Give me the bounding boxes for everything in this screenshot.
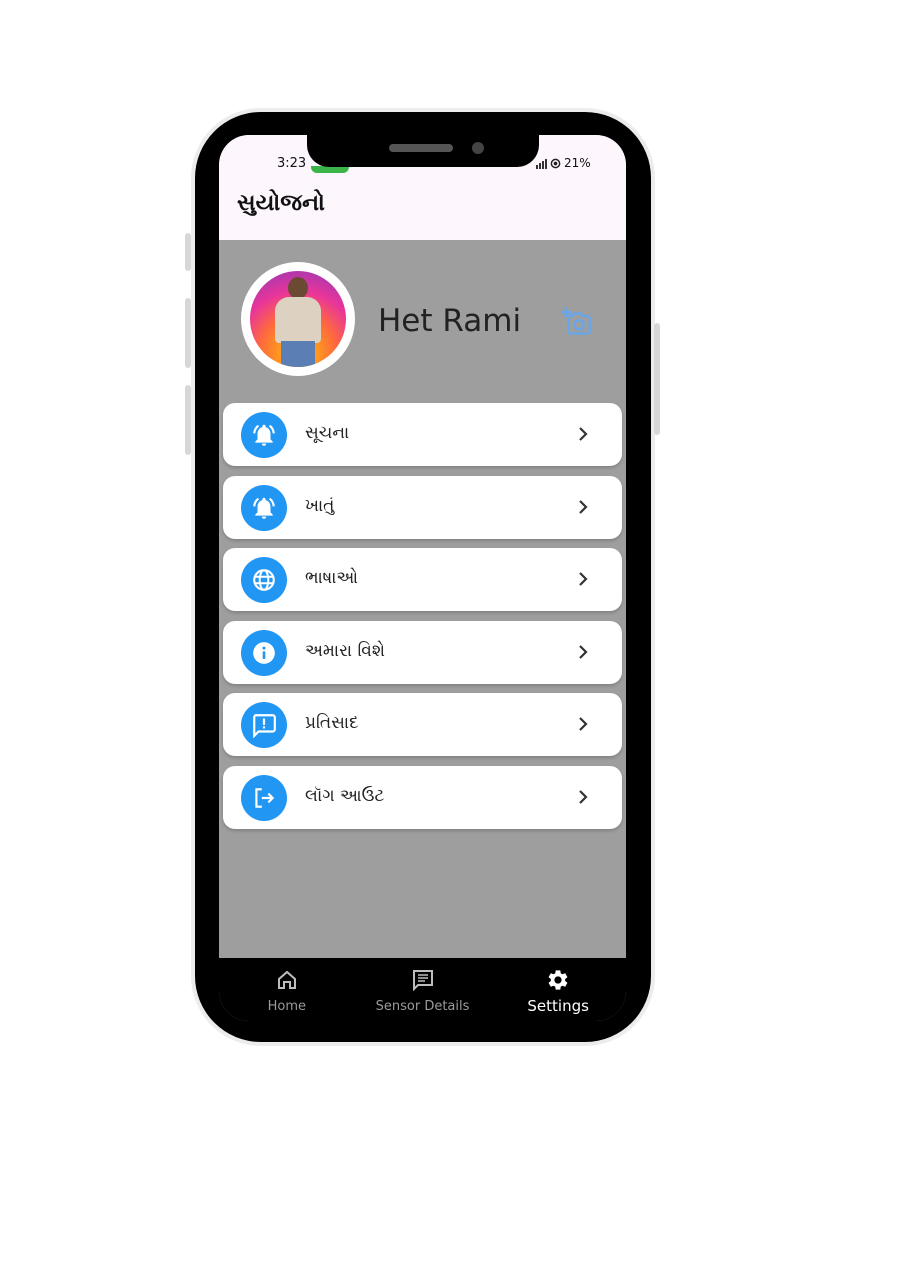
menu-item-label: ખાતું bbox=[305, 495, 335, 516]
chevron-right-icon bbox=[579, 717, 588, 731]
menu-item-label: પ્રતિસાદ bbox=[305, 713, 359, 733]
nav-item-settings[interactable]: Settings bbox=[490, 958, 626, 1021]
add-a-photo-icon[interactable] bbox=[561, 306, 591, 336]
volume-down-button bbox=[185, 385, 191, 455]
message-icon bbox=[412, 970, 433, 992]
chevron-right-icon bbox=[579, 644, 588, 659]
chevron-right-icon bbox=[579, 427, 588, 441]
status-time: 3:23 bbox=[277, 156, 307, 171]
menu-item-label: ભાષાઓ bbox=[305, 568, 359, 588]
mute-switch bbox=[185, 233, 191, 271]
battery-percent: 21% bbox=[564, 156, 591, 170]
front-camera bbox=[472, 142, 484, 154]
menu-item-about-us[interactable]: અમારા વિશે bbox=[223, 620, 622, 684]
profile-name: Het Rami bbox=[378, 303, 522, 339]
nav-label: Home bbox=[267, 999, 307, 1014]
avatar-photo bbox=[250, 271, 346, 367]
settings-menu: સૂચના ખાતું ભાષાઓ અમારા વિશે પ્રતિસાદ લૉ… bbox=[223, 403, 622, 838]
call-indicator bbox=[311, 166, 349, 173]
bottom-navigation: Home Sensor Details Settings bbox=[219, 958, 626, 1021]
data-saver-icon bbox=[550, 158, 561, 168]
menu-item-label: લૉગ આઉટ bbox=[305, 785, 385, 806]
home-icon bbox=[277, 970, 296, 989]
signal-icon bbox=[536, 158, 547, 169]
app-screen: 3:23 21% સુયોજનો Het Rami સૂચના ખાતું ભા… bbox=[219, 135, 626, 1021]
profile-section: Het Rami bbox=[219, 240, 626, 400]
menu-item-languages[interactable]: ભાષાઓ bbox=[223, 548, 622, 611]
nav-label: Settings bbox=[527, 997, 589, 1015]
chevron-right-icon bbox=[579, 789, 588, 804]
speaker bbox=[389, 144, 453, 152]
phone-notch bbox=[307, 112, 539, 167]
nav-item-sensor-details[interactable]: Sensor Details bbox=[355, 958, 491, 1021]
feedback-icon bbox=[241, 702, 287, 748]
menu-item-label: અમારા વિશે bbox=[305, 640, 385, 661]
menu-item-feedback[interactable]: પ્રતિસાદ bbox=[223, 693, 622, 756]
menu-item-logout[interactable]: લૉગ આઉટ bbox=[223, 765, 622, 829]
info-icon bbox=[241, 629, 287, 676]
avatar[interactable] bbox=[241, 262, 355, 376]
nav-label: Sensor Details bbox=[375, 999, 470, 1014]
chevron-right-icon bbox=[579, 499, 588, 514]
chevron-right-icon bbox=[579, 572, 588, 586]
menu-item-notifications[interactable]: સૂચના bbox=[223, 403, 622, 466]
menu-item-account[interactable]: ખાતું bbox=[223, 475, 622, 539]
settings-icon bbox=[548, 970, 568, 990]
status-icons: 21% bbox=[536, 156, 591, 170]
notifications-active-icon bbox=[241, 412, 287, 458]
notifications-active-icon bbox=[241, 484, 287, 531]
volume-up-button bbox=[185, 298, 191, 368]
page-title: સુયોજનો bbox=[237, 190, 325, 216]
nav-item-home[interactable]: Home bbox=[219, 958, 355, 1021]
power-button bbox=[654, 323, 660, 435]
language-icon bbox=[241, 557, 287, 603]
menu-item-label: સૂચના bbox=[305, 423, 350, 443]
logout-icon bbox=[241, 774, 287, 821]
